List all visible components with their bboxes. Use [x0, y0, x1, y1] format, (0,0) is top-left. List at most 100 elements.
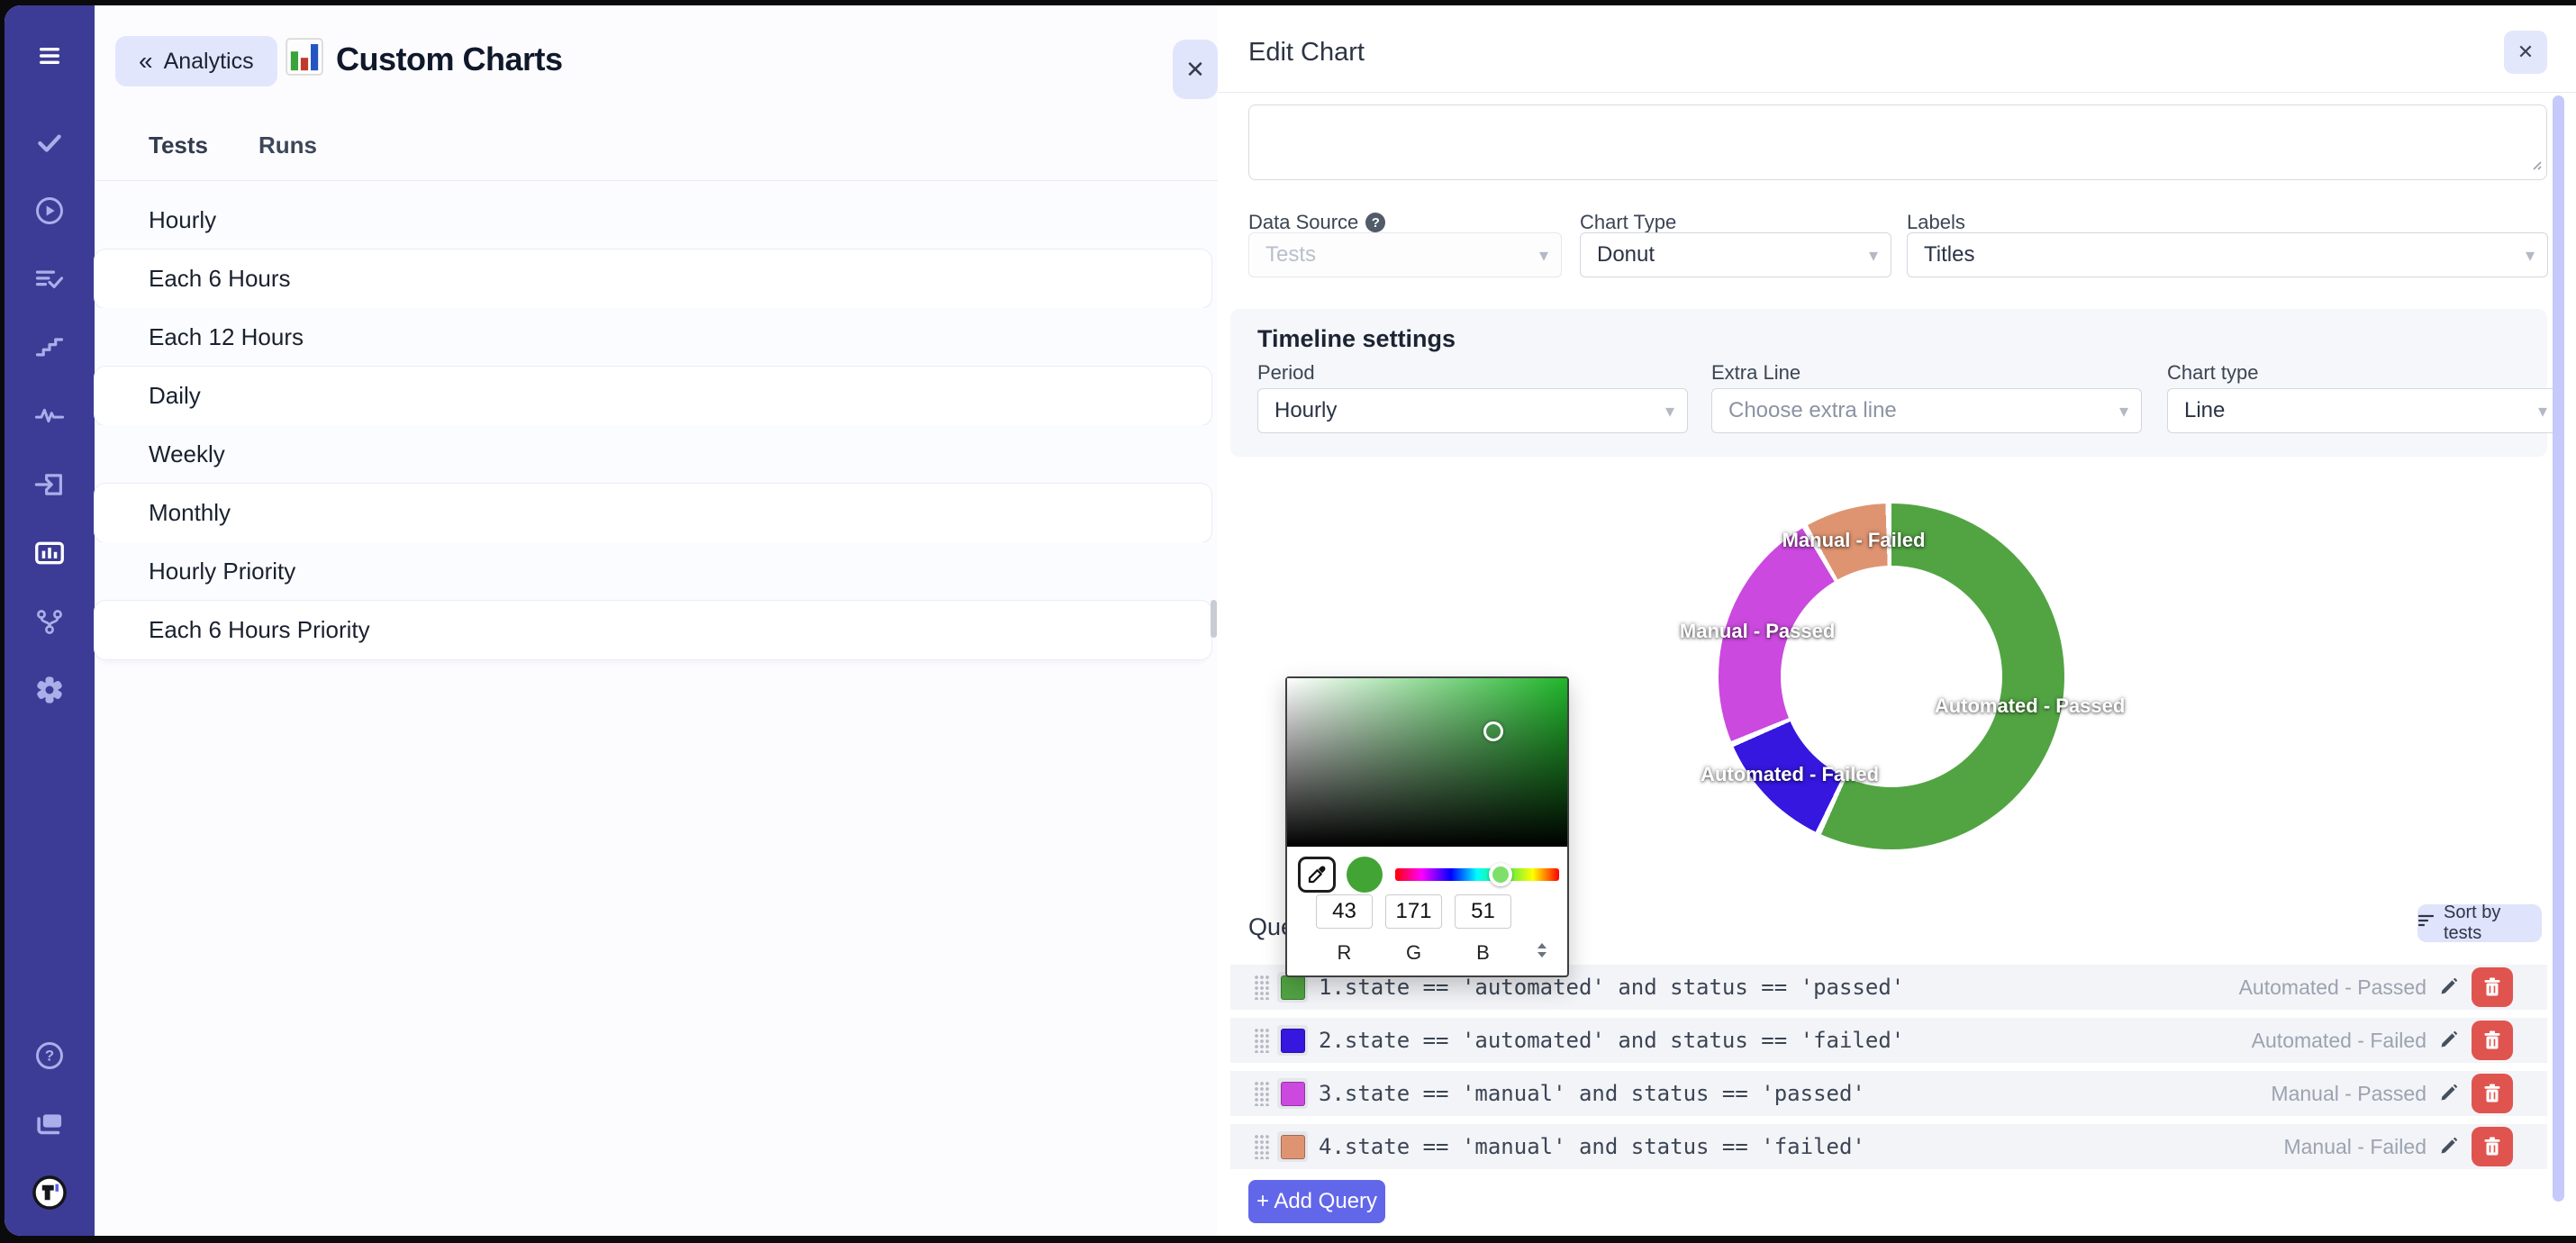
data-source-select[interactable]: Tests: [1248, 232, 1562, 277]
query-expression[interactable]: 2.state == 'automated' and status == 'fa…: [1319, 1018, 1904, 1063]
blue-input[interactable]: 51: [1455, 894, 1511, 929]
extra-line-select[interactable]: Choose extra line: [1711, 388, 2142, 433]
query-row: 3.state == 'manual' and status == 'passe…: [1230, 1071, 2547, 1116]
edit-query-icon[interactable]: [2438, 1083, 2459, 1108]
query-title-label: Manual - Failed: [2283, 1124, 2426, 1169]
drag-handle-icon[interactable]: [1254, 1134, 1269, 1159]
edit-chart-panel: Edit Chart ✕ · · · · · · Data Source ? C…: [1218, 5, 2576, 1236]
eyedropper-button[interactable]: [1298, 857, 1336, 893]
delete-query-button[interactable]: [2472, 1074, 2513, 1113]
sort-button-label: Sort by tests: [2444, 903, 2542, 944]
list-item[interactable]: Daily: [95, 367, 1211, 425]
gear-icon[interactable]: [21, 661, 78, 719]
delete-query-button[interactable]: [2472, 1021, 2513, 1060]
tabs: Tests Runs: [149, 132, 317, 159]
drag-handle-icon[interactable]: [1254, 1081, 1269, 1106]
app-logo[interactable]: [21, 1164, 78, 1221]
resize-handle-icon[interactable]: [2529, 158, 2542, 175]
donut-hole: [1781, 566, 2002, 787]
query-expression[interactable]: 3.state == 'manual' and status == 'passe…: [1319, 1071, 1865, 1116]
custom-charts-panel: « Analytics Custom Charts Tests Runs Hour…: [95, 5, 1218, 1236]
timeline-settings-card: Timeline settings Period Extra Line Char…: [1230, 309, 2547, 457]
list-item[interactable]: Each 12 Hours: [95, 308, 1211, 367]
period-label: Period: [1257, 361, 1315, 385]
data-source-label: Data Source ?: [1248, 211, 1385, 234]
color-mode-toggle-icon[interactable]: [1536, 941, 1548, 964]
data-source-label-text: Data Source: [1248, 211, 1358, 234]
svg-text:?: ?: [45, 1048, 54, 1065]
check-icon[interactable]: [21, 113, 78, 171]
list-item[interactable]: Hourly Priority: [95, 542, 1211, 601]
saturation-cursor[interactable]: [1483, 721, 1503, 741]
playlist-check-icon[interactable]: [21, 250, 78, 308]
hue-slider-thumb[interactable]: [1489, 863, 1512, 886]
timeline-chart-type-label: Chart type: [2167, 361, 2259, 385]
sidebar-top-icons: [21, 5, 78, 724]
branch-icon[interactable]: [21, 593, 78, 650]
list-item[interactable]: Each 6 Hours: [95, 250, 1211, 308]
list-scrollbar-thumb[interactable]: [1211, 600, 1217, 638]
drag-handle-icon[interactable]: [1254, 1028, 1269, 1053]
page-title: Custom Charts: [286, 38, 563, 80]
green-input[interactable]: 171: [1385, 894, 1442, 929]
sort-by-tests-button[interactable]: Sort by tests: [2417, 904, 2542, 942]
chart-type-select[interactable]: Donut: [1580, 232, 1891, 277]
edit-query-icon[interactable]: [2438, 1136, 2459, 1161]
color-picker-popup: 43 171 51 R G B: [1285, 676, 1569, 977]
add-query-button[interactable]: + Add Query: [1248, 1180, 1385, 1223]
help-badge-icon[interactable]: ?: [1365, 213, 1385, 232]
sort-icon: [2417, 912, 2435, 934]
timeline-settings-title: Timeline settings: [1257, 325, 1456, 353]
timeline-chart-type-select[interactable]: Line: [2167, 388, 2561, 433]
sign-in-icon[interactable]: [21, 456, 78, 513]
list-item[interactable]: Weekly: [95, 425, 1211, 484]
close-edit-panel-button[interactable]: ✕: [2504, 31, 2547, 74]
query-row: 2.state == 'automated' and status == 'fa…: [1230, 1018, 2547, 1063]
chart-type-label: Chart Type: [1580, 211, 1676, 234]
close-list-panel-button[interactable]: ✕: [1173, 40, 1218, 99]
edit-panel-scrollbar-thumb[interactable]: [2553, 95, 2564, 1202]
tab-tests[interactable]: Tests: [149, 132, 208, 159]
query-color-swatch[interactable]: [1277, 1078, 1308, 1109]
clipped-description-label: · · · · · ·: [1252, 95, 1320, 104]
labels-label: Labels: [1907, 211, 1965, 234]
tabs-divider: [95, 180, 1218, 181]
back-label: Analytics: [164, 49, 254, 75]
red-input[interactable]: 43: [1316, 894, 1373, 929]
bar-chart-icon[interactable]: [21, 524, 78, 582]
page-title-text: Custom Charts: [336, 41, 563, 78]
list-item[interactable]: Monthly: [95, 484, 1211, 542]
drag-handle-icon[interactable]: [1254, 975, 1269, 1000]
period-select[interactable]: Hourly: [1257, 388, 1688, 433]
query-title-label: Automated - Failed: [2252, 1018, 2426, 1063]
activity-icon[interactable]: [21, 387, 78, 445]
query-color-swatch[interactable]: [1277, 1131, 1308, 1162]
tab-runs[interactable]: Runs: [259, 132, 317, 159]
back-to-analytics-button[interactable]: « Analytics: [115, 36, 277, 86]
green-label: G: [1385, 941, 1442, 965]
list-item[interactable]: Hourly: [95, 191, 1211, 250]
query-expression[interactable]: 4.state == 'manual' and status == 'faile…: [1319, 1124, 1865, 1169]
app-window: ? « Analytics Custom Charts Tests Runs Ho…: [5, 5, 2576, 1236]
delete-query-button[interactable]: [2472, 967, 2513, 1007]
saturation-area[interactable]: [1287, 678, 1567, 847]
donut-segment-label: Manual - Failed: [1782, 529, 1926, 552]
hue-slider[interactable]: [1395, 868, 1559, 881]
list-item[interactable]: Each 6 Hours Priority: [95, 601, 1211, 659]
description-textarea[interactable]: [1248, 104, 2547, 180]
query-color-swatch[interactable]: [1277, 1025, 1308, 1056]
play-circle-icon[interactable]: [21, 182, 78, 240]
back-chevron-icon: «: [139, 49, 153, 74]
blue-label: B: [1455, 941, 1511, 965]
edit-query-icon[interactable]: [2438, 976, 2459, 1002]
copy-docs-icon[interactable]: [21, 1095, 78, 1153]
menu-icon[interactable]: [21, 27, 78, 85]
red-label: R: [1316, 941, 1373, 965]
delete-query-button[interactable]: [2472, 1127, 2513, 1166]
query-title-label: Manual - Passed: [2271, 1071, 2426, 1116]
donut-segment-label: Automated - Failed: [1701, 763, 1879, 786]
labels-select[interactable]: Titles: [1907, 232, 2548, 277]
help-icon[interactable]: ?: [21, 1027, 78, 1084]
edit-query-icon[interactable]: [2438, 1030, 2459, 1055]
steps-icon[interactable]: [21, 319, 78, 377]
